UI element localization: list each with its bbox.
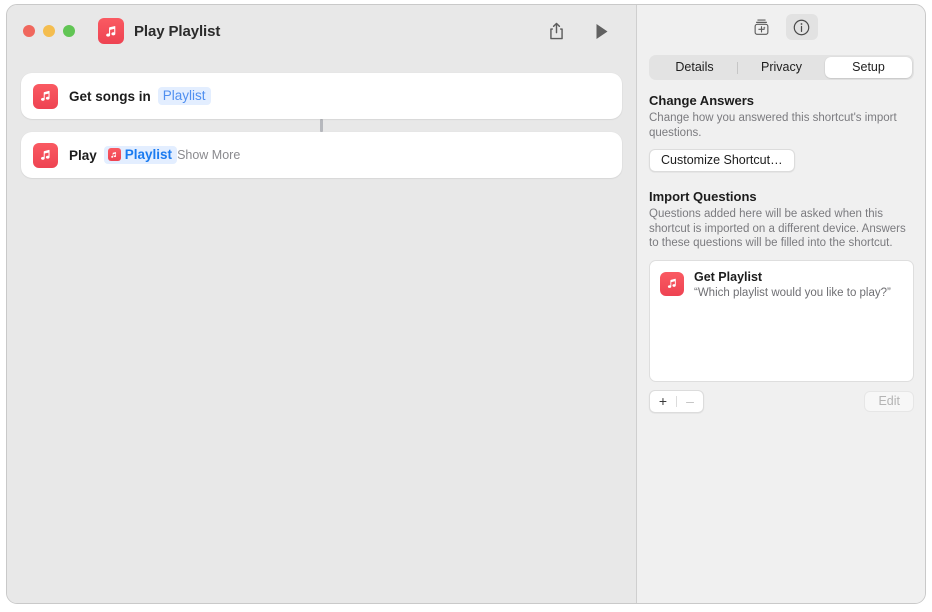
action-text: Play bbox=[69, 147, 97, 163]
question-prompt: “Which playlist would you like to play?” bbox=[694, 286, 891, 299]
edit-question-button[interactable]: Edit bbox=[864, 390, 914, 412]
music-note-icon bbox=[105, 25, 115, 37]
import-questions-description: Questions added here will be asked when … bbox=[649, 208, 906, 249]
tab-privacy[interactable]: Privacy bbox=[738, 57, 825, 78]
action-label: Play Playlist Show More bbox=[69, 146, 240, 164]
share-button[interactable] bbox=[544, 19, 568, 43]
action-label: Get songs in Playlist bbox=[69, 87, 211, 105]
action-icon bbox=[33, 142, 58, 168]
traffic-lights bbox=[23, 25, 75, 37]
titlebar: Play Playlist bbox=[7, 5, 636, 57]
question-text: Get Playlist “Which playlist would you l… bbox=[694, 270, 891, 301]
add-shortcut-icon bbox=[754, 19, 769, 35]
import-questions-list[interactable]: Get Playlist “Which playlist would you l… bbox=[649, 259, 914, 382]
inspector-pane: Details Privacy Setup Change Answers Cha… bbox=[637, 5, 925, 603]
window-title: Play Playlist bbox=[134, 22, 221, 40]
action-card-play[interactable]: Play Playlist Show More bbox=[21, 132, 622, 178]
question-title: Get Playlist bbox=[694, 269, 763, 284]
list-footer: + – Edit bbox=[649, 389, 914, 413]
change-answers-title: Change Answers bbox=[649, 93, 754, 108]
minimize-button[interactable] bbox=[43, 25, 55, 37]
action-parameter-token[interactable]: Playlist bbox=[103, 146, 178, 164]
show-more-button[interactable]: Show More bbox=[177, 148, 240, 162]
music-note-icon bbox=[40, 90, 50, 101]
add-shortcut-button[interactable] bbox=[746, 14, 778, 40]
music-note-icon bbox=[40, 149, 50, 160]
remove-question-button[interactable]: – bbox=[677, 391, 703, 412]
add-remove-control: + – bbox=[649, 389, 704, 413]
inspector-tabs: Details Privacy Setup bbox=[649, 55, 914, 80]
play-icon bbox=[596, 23, 608, 39]
import-questions-title: Import Questions bbox=[649, 189, 757, 204]
music-note-icon bbox=[107, 148, 121, 161]
editor-pane: Play Playlist Get songs in Playlist Play… bbox=[7, 5, 637, 603]
music-note-icon bbox=[667, 278, 676, 288]
action-icon bbox=[33, 83, 58, 109]
customize-shortcut-button[interactable]: Customize Shortcut… bbox=[649, 149, 795, 172]
run-button[interactable] bbox=[590, 19, 614, 43]
titlebar-actions bbox=[544, 19, 622, 43]
tab-details[interactable]: Details bbox=[651, 57, 738, 78]
close-button[interactable] bbox=[23, 25, 35, 37]
list-item[interactable]: Get Playlist “Which playlist would you l… bbox=[650, 261, 913, 301]
shortcut-app-icon bbox=[98, 18, 124, 44]
change-answers-description: Change how you answered this shortcut's … bbox=[649, 112, 897, 139]
add-question-button[interactable]: + bbox=[650, 391, 676, 412]
inspector-content: Change Answers Change how you answered t… bbox=[637, 80, 925, 413]
action-parameter-token[interactable]: Playlist bbox=[157, 87, 211, 105]
action-text: Get songs in bbox=[69, 88, 151, 104]
action-canvas: Get songs in Playlist Play Playlist Show… bbox=[7, 57, 636, 603]
share-icon bbox=[549, 22, 563, 39]
zoom-button[interactable] bbox=[63, 25, 75, 37]
token-label: Playlist bbox=[124, 147, 173, 162]
inspector-toolbar bbox=[637, 5, 925, 49]
info-button[interactable] bbox=[785, 14, 818, 40]
action-connector bbox=[320, 119, 323, 132]
action-card-get-songs[interactable]: Get songs in Playlist bbox=[21, 73, 622, 119]
info-icon bbox=[793, 19, 810, 35]
question-icon bbox=[660, 271, 684, 296]
shortcuts-window: Play Playlist Get songs in Playlist Play… bbox=[6, 4, 926, 604]
tab-setup[interactable]: Setup bbox=[825, 57, 912, 78]
